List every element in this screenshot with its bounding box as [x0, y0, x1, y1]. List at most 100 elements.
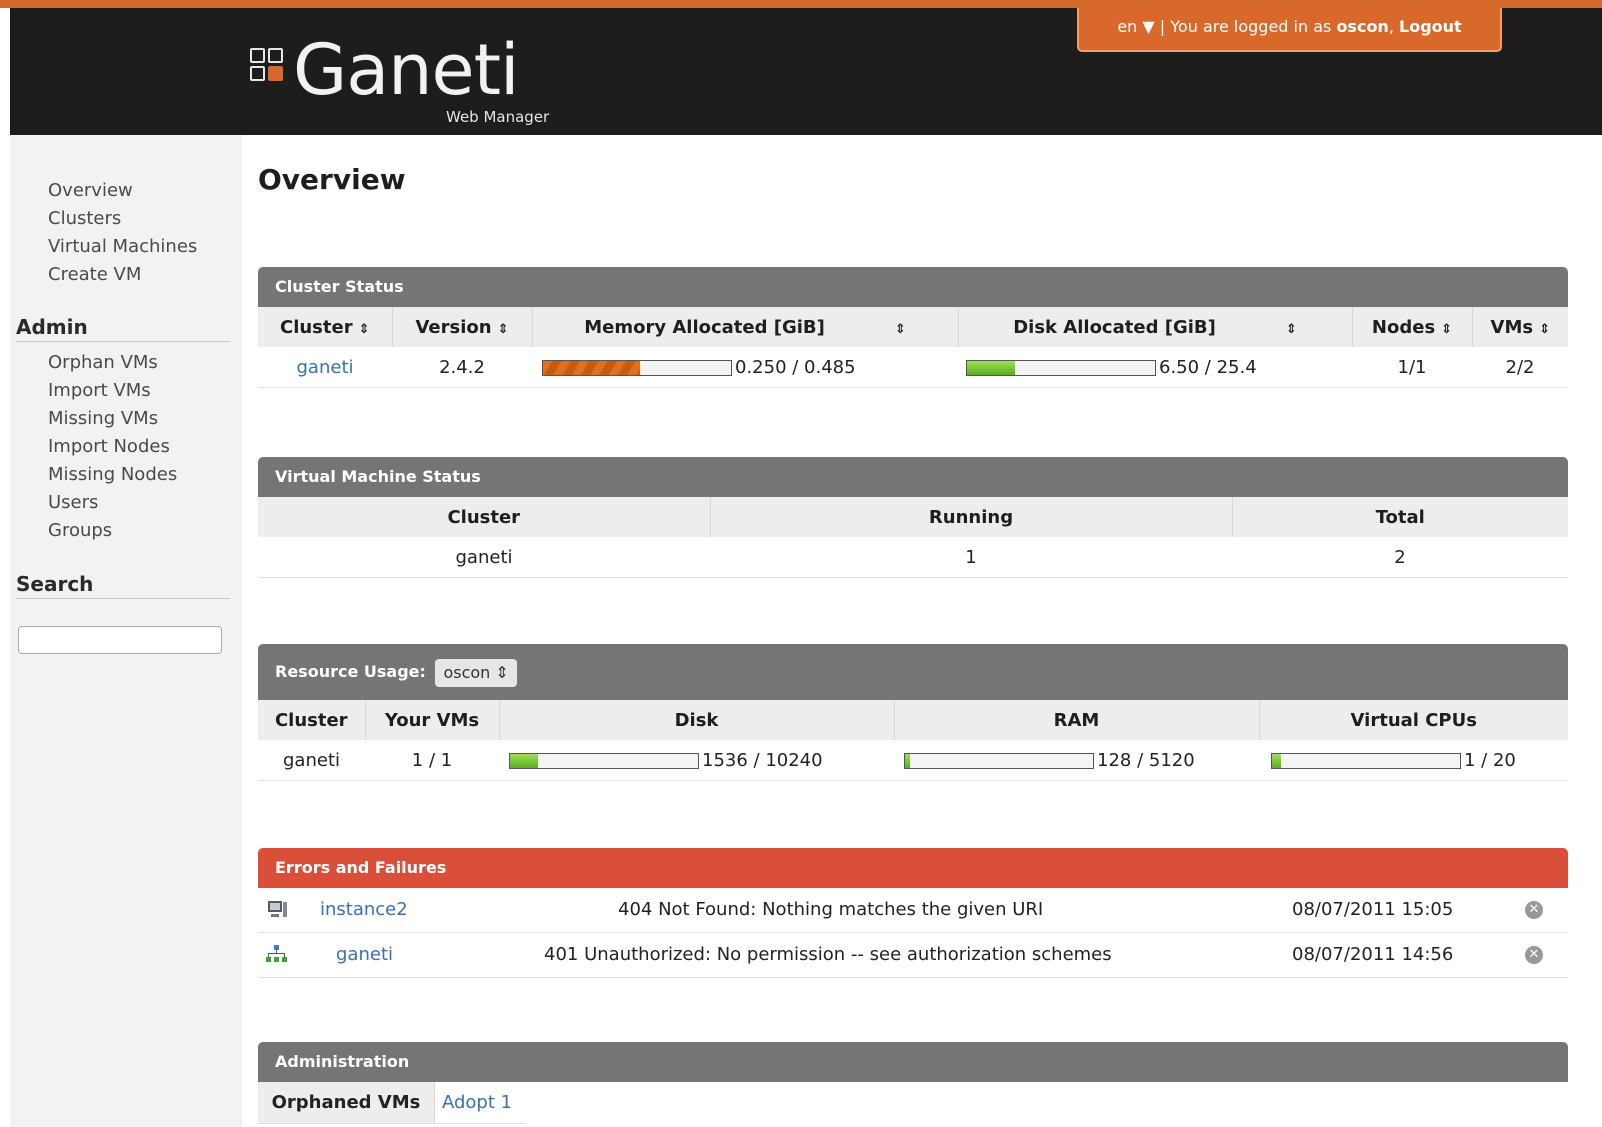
- cpu-usage-text: 1 / 20: [1464, 749, 1516, 771]
- updown-icon: ⇕: [495, 662, 509, 682]
- sort-icon: ⇕: [1441, 321, 1453, 337]
- cluster-cell: ganeti: [258, 740, 365, 781]
- cluster-status-panel: Cluster Status Cluster ⇕ Version ⇕ Memory …: [258, 267, 1568, 388]
- vm-status-panel: Virtual Machine Status Cluster Running T…: [258, 457, 1568, 578]
- nav-groups[interactable]: Groups: [48, 520, 112, 541]
- page-title: Overview: [258, 163, 406, 196]
- disk-bar: [966, 359, 1156, 376]
- table-row: ganeti 1 2: [258, 537, 1568, 578]
- col-version[interactable]: Version ⇕: [392, 307, 533, 347]
- sort-icon: ⇕: [358, 321, 370, 337]
- col-running: Running: [710, 497, 1233, 537]
- error-message: 401 Unauthorized: No permission -- see a…: [544, 944, 1112, 965]
- administration-panel: Administration Orphaned VMs Adopt 1: [258, 1042, 1568, 1124]
- cluster-cell: ganeti: [258, 537, 710, 578]
- nav-missing-nodes[interactable]: Missing Nodes: [48, 464, 177, 485]
- error-time: 08/07/2011 14:56: [1292, 944, 1454, 965]
- col-total: Total: [1232, 497, 1568, 537]
- row-divider: [258, 1123, 524, 1124]
- vm-status-title: Virtual Machine Status: [258, 457, 1568, 497]
- vms-cell: 2/2: [1472, 347, 1568, 388]
- resource-usage-panel: Resource Usage: oscon ⇕ Cluster Your VMs…: [258, 644, 1568, 781]
- error-message: 404 Not Found: Nothing matches the given…: [618, 899, 1044, 920]
- cluster-icon: [264, 943, 288, 970]
- cluster-link[interactable]: ganeti: [297, 357, 354, 378]
- user-select[interactable]: oscon ⇕: [435, 658, 517, 687]
- nav-import-nodes[interactable]: Import Nodes: [48, 436, 170, 457]
- table-row: ganeti 2.4.2 0.250 / 0.485 6.50 / 25.4 1…: [258, 347, 1568, 388]
- col-your-vms: Your VMs: [365, 700, 500, 740]
- memory-text: 0.250 / 0.485: [735, 356, 856, 378]
- login-status-text: | You are logged in as: [1159, 17, 1332, 36]
- nav-import-vms[interactable]: Import VMs: [48, 380, 151, 401]
- resource-usage-title: Resource Usage:: [275, 662, 426, 681]
- sort-icon: ⇕: [1539, 321, 1550, 337]
- language-selector[interactable]: en ▼: [1117, 17, 1154, 36]
- close-icon[interactable]: ✕: [1525, 946, 1543, 964]
- nav-overview[interactable]: Overview: [48, 180, 133, 201]
- cpu-usage-bar: [1271, 752, 1461, 769]
- administration-title: Administration: [258, 1042, 1568, 1082]
- orphaned-vms-row: Orphaned VMs Adopt 1: [258, 1082, 1568, 1124]
- logout-link[interactable]: Logout: [1399, 17, 1462, 36]
- orphaned-vms-label: Orphaned VMs: [258, 1082, 435, 1124]
- col-nodes[interactable]: Nodes ⇕: [1352, 307, 1473, 347]
- admin-heading: Admin: [16, 315, 230, 342]
- nav-clusters[interactable]: Clusters: [48, 208, 121, 229]
- nav-virtual-machines[interactable]: Virtual Machines: [48, 236, 197, 257]
- nav-users[interactable]: Users: [48, 492, 98, 513]
- error-row: ganeti 401 Unauthorized: No permission -…: [258, 933, 1568, 978]
- disk-usage-text: 1536 / 10240: [702, 749, 823, 771]
- nav-create-vm[interactable]: Create VM: [48, 264, 141, 285]
- disk-text: 6.50 / 25.4: [1159, 356, 1257, 378]
- error-row: instance2 404 Not Found: Nothing matches…: [258, 888, 1568, 933]
- error-link-instance2[interactable]: instance2: [320, 888, 408, 932]
- table-row: ganeti 1 / 1 1536 / 10240 128 / 5120 1 /…: [258, 740, 1568, 781]
- running-cell: 1: [710, 537, 1232, 578]
- disk-usage-bar: [509, 752, 699, 769]
- nodes-cell: 1/1: [1352, 347, 1472, 388]
- errors-title: Errors and Failures: [258, 848, 1568, 888]
- vm-status-table: Cluster Running Total ganeti 1 2: [258, 497, 1568, 578]
- sort-icon: ⇕: [1285, 321, 1297, 337]
- resource-usage-table: Cluster Your VMs Disk RAM Virtual CPUs g…: [258, 700, 1568, 781]
- top-accent-stripe: [0, 0, 1602, 8]
- nav-orphan-vms[interactable]: Orphan VMs: [48, 352, 158, 373]
- total-cell: 2: [1232, 537, 1568, 578]
- col-vms[interactable]: VMs ⇕: [1472, 307, 1568, 347]
- col-memory-allocated[interactable]: Memory Allocated [GiB] ⇕: [532, 307, 959, 347]
- username: oscon: [1336, 17, 1389, 36]
- nav-missing-vms[interactable]: Missing VMs: [48, 408, 158, 429]
- close-icon[interactable]: ✕: [1525, 901, 1543, 919]
- search-heading: Search: [16, 572, 230, 599]
- col-disk-allocated[interactable]: Disk Allocated [GiB] ⇕: [958, 307, 1353, 347]
- col-cluster: Cluster: [258, 700, 366, 740]
- sort-icon: ⇕: [497, 321, 509, 337]
- cluster-status-table: Cluster ⇕ Version ⇕ Memory Allocated [GiB]…: [258, 307, 1568, 388]
- errors-panel: Errors and Failures instance2 404 Not Fo…: [258, 848, 1568, 978]
- vm-icon: [266, 898, 288, 925]
- ram-usage-text: 128 / 5120: [1097, 749, 1195, 771]
- logo[interactable]: Ganeti Web Manager: [250, 30, 580, 126]
- resource-usage-header: Resource Usage: oscon ⇕: [258, 644, 1568, 700]
- sort-icon: ⇕: [894, 321, 906, 337]
- your-vms-cell: 1 / 1: [365, 740, 499, 781]
- ram-usage-bar: [904, 752, 1094, 769]
- ganeti-logo-icon: [250, 48, 286, 88]
- adopt-link[interactable]: Adopt 1: [442, 1082, 512, 1124]
- sidebar: Overview Clusters Virtual Machines Creat…: [10, 135, 242, 1127]
- cluster-status-title: Cluster Status: [258, 267, 1568, 307]
- version-cell: 2.4.2: [392, 347, 532, 388]
- col-cluster[interactable]: Cluster ⇕: [258, 307, 393, 347]
- col-disk: Disk: [499, 700, 895, 740]
- col-virtual-cpus: Virtual CPUs: [1259, 700, 1568, 740]
- error-time: 08/07/2011 15:05: [1292, 899, 1454, 920]
- col-ram: RAM: [894, 700, 1260, 740]
- search-input[interactable]: [18, 626, 222, 654]
- memory-bar: [542, 359, 732, 376]
- logo-subtitle: Web Manager: [446, 108, 550, 126]
- user-bar: en ▼ | You are logged in as oscon, Logou…: [1077, 8, 1502, 52]
- error-link-ganeti[interactable]: ganeti: [336, 933, 393, 977]
- col-cluster: Cluster: [258, 497, 711, 537]
- logo-text: Ganeti: [293, 29, 519, 111]
